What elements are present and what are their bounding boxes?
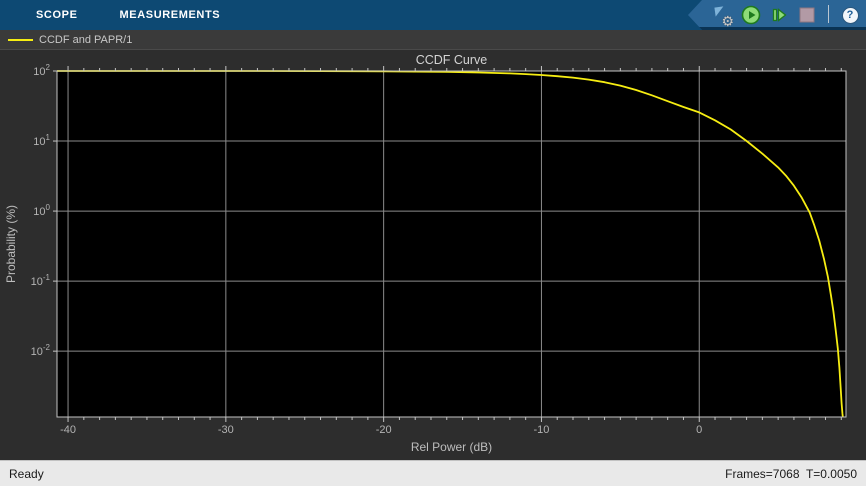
scope-window: SCOPE MEASUREMENTS ⚙ <box>0 0 866 486</box>
toolbar-separator <box>828 5 829 23</box>
plot-background <box>57 71 846 417</box>
tab-measurements[interactable]: MEASUREMENTS <box>106 0 235 30</box>
x-tick-label: -10 <box>533 424 549 436</box>
x-axis-label: Rel Power (dB) <box>411 440 492 454</box>
help-button[interactable]: ? <box>839 4 861 26</box>
chart-title: CCDF Curve <box>416 53 488 67</box>
legend-label: CCDF and PAPR/1 <box>39 34 132 46</box>
step-forward-icon <box>769 5 789 25</box>
x-tick-label: -30 <box>218 424 234 436</box>
y-tick-label: 102 <box>33 63 50 78</box>
chart-canvas: -40 -30 -20 -10 0 102 101 100 10-1 10-2 CCDF Curve… <box>0 50 866 460</box>
status-bar: Ready Frames=7068 T=0.0050 <box>0 460 866 486</box>
status-ready: Ready <box>9 467 44 481</box>
step-forward-button[interactable] <box>768 4 790 26</box>
legend-line-swatch <box>8 39 33 41</box>
y-axis-label: Probability (%) <box>4 205 18 283</box>
y-tick-label: 100 <box>33 203 50 218</box>
simulation-settings-button[interactable]: ⚙ <box>712 4 734 26</box>
stop-icon <box>798 6 816 24</box>
help-icon: ? <box>842 7 859 24</box>
x-tick-label: -20 <box>376 424 392 436</box>
stop-button[interactable] <box>796 4 818 26</box>
x-tick-label: -40 <box>60 424 76 436</box>
gear-settings-icon: ⚙ <box>713 5 733 25</box>
ccdf-chart: -40 -30 -20 -10 0 102 101 100 10-1 10-2 CCDF Curve… <box>0 50 866 460</box>
legend-item-ccdf[interactable]: CCDF and PAPR/1 <box>8 34 132 46</box>
y-tick-label: 101 <box>33 133 50 148</box>
status-frames-time: Frames=7068 T=0.0050 <box>725 467 857 481</box>
tab-scope[interactable]: SCOPE <box>22 0 92 30</box>
run-button[interactable] <box>740 4 762 26</box>
legend-bar: CCDF and PAPR/1 <box>0 30 866 50</box>
y-tick-label: 10-1 <box>31 273 51 288</box>
run-icon <box>741 5 761 25</box>
tab-bar: SCOPE MEASUREMENTS ⚙ <box>0 0 866 30</box>
simulate-toolbar: ⚙ ? <box>688 0 866 30</box>
x-tick-label: 0 <box>696 424 702 436</box>
y-tick-label: 10-2 <box>31 343 51 358</box>
